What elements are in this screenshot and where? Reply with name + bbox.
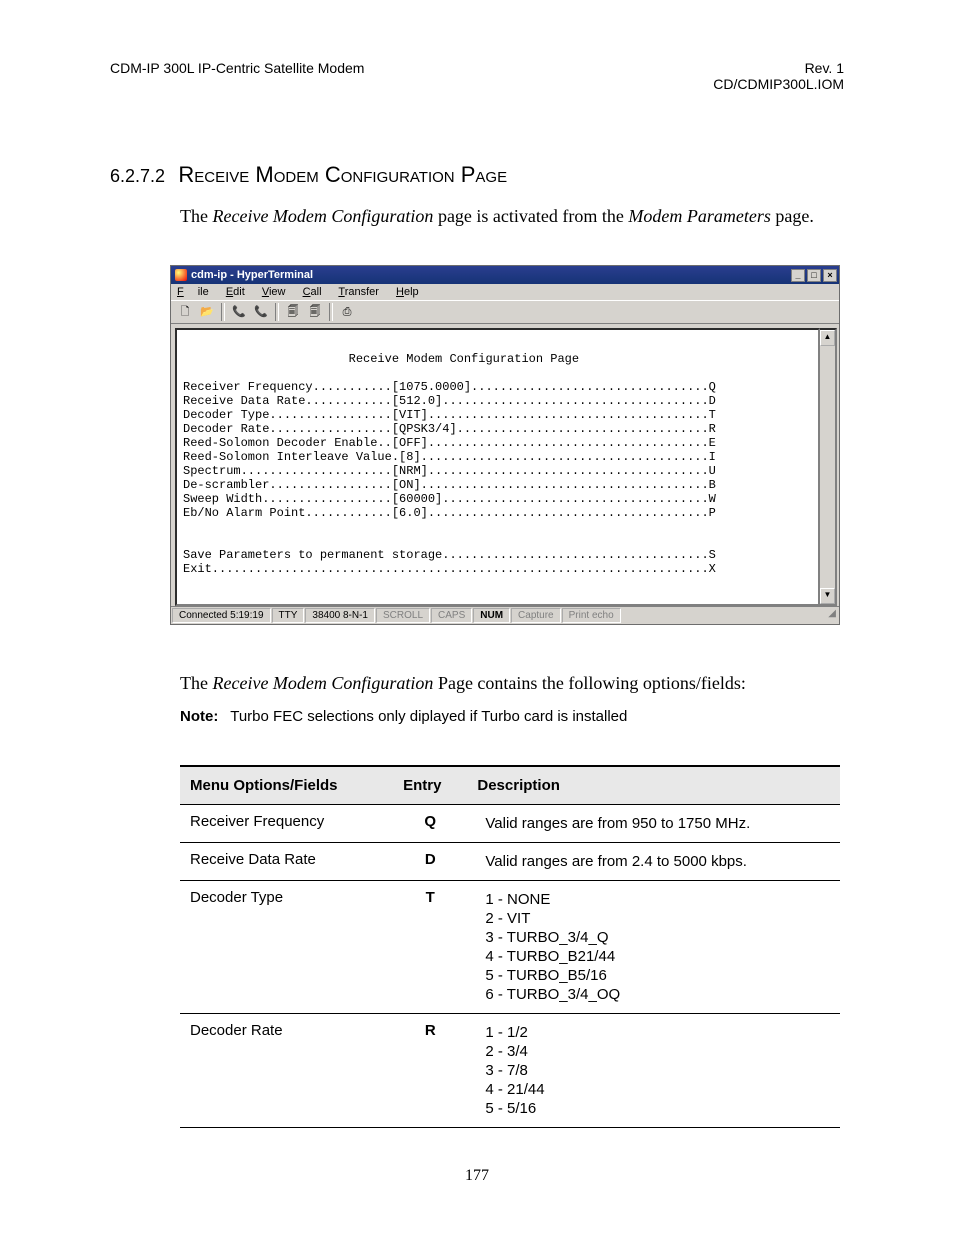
section-intro: The Receive Modem Configuration page is … (180, 206, 844, 227)
menu-view[interactable]: View (262, 286, 286, 298)
menu-help[interactable]: Help (396, 286, 419, 298)
menu-transfer[interactable]: Transfer (338, 286, 379, 298)
cell-description: 1 - 1/22 - 3/43 - 7/84 - 21/445 - 5/16 (467, 1014, 840, 1128)
window-title: cdm-ip - HyperTerminal (191, 269, 313, 281)
hyperterminal-window: cdm-ip - HyperTerminal _ □ × File Edit V… (170, 265, 840, 625)
cell-description: Valid ranges are from 2.4 to 5000 kbps. (467, 843, 840, 881)
maximize-button[interactable]: □ (807, 269, 821, 282)
status-capture: Capture (511, 608, 561, 623)
open-icon[interactable]: 📂 (197, 303, 217, 321)
col-entry: Entry (393, 766, 467, 805)
col-menu-options: Menu Options/Fields (180, 766, 393, 805)
page-number: 177 (0, 1167, 954, 1185)
toolbar: 🗋 📂 📞 📞 🗐 🗐 ⎙ (171, 300, 839, 324)
cell-entry: D (393, 843, 467, 881)
table-row: Decoder RateR1 - 1/22 - 3/43 - 7/84 - 21… (180, 1014, 840, 1128)
col-description: Description (467, 766, 840, 805)
receive-icon[interactable]: 🗐 (305, 303, 325, 321)
cell-description: 1 - NONE2 - VIT3 - TURBO_3/4_Q4 - TURBO_… (467, 881, 840, 1014)
toolbar-separator (275, 303, 279, 321)
toolbar-separator (221, 303, 225, 321)
table-row: Decoder TypeT1 - NONE2 - VIT3 - TURBO_3/… (180, 881, 840, 1014)
menu-file[interactable]: File (177, 286, 209, 298)
cell-option: Decoder Rate (180, 1014, 393, 1128)
doc-header-left: CDM-IP 300L IP-Centric Satellite Modem (110, 60, 364, 92)
doc-header-right: Rev. 1 CD/CDMIP300L.IOM (713, 60, 844, 92)
window-titlebar[interactable]: cdm-ip - HyperTerminal _ □ × (171, 266, 839, 284)
cell-option: Receiver Frequency (180, 805, 393, 843)
terminal-output: Receive Modem Configuration Page Receive… (175, 328, 820, 606)
body-paragraph: The Receive Modem Configuration Page con… (180, 673, 844, 694)
scroll-up-icon[interactable]: ▲ (820, 330, 835, 346)
hangup-icon[interactable]: 📞 (251, 303, 271, 321)
scroll-down-icon[interactable]: ▼ (820, 588, 835, 604)
status-tty: TTY (272, 608, 305, 623)
call-icon[interactable]: 📞 (229, 303, 249, 321)
send-icon[interactable]: 🗐 (283, 303, 303, 321)
cell-entry: T (393, 881, 467, 1014)
status-scroll: SCROLL (376, 608, 430, 623)
status-baud: 38400 8-N-1 (305, 608, 375, 623)
menu-bar: File Edit View Call Transfer Help (171, 284, 839, 300)
cell-entry: Q (393, 805, 467, 843)
status-connected: Connected 5:19:19 (172, 608, 271, 623)
cell-option: Receive Data Rate (180, 843, 393, 881)
cell-description: Valid ranges are from 950 to 1750 MHz. (467, 805, 840, 843)
options-table: Menu Options/Fields Entry Description Re… (180, 765, 840, 1128)
section-heading: 6.2.7.2 Receive Modem Configuration Page (110, 162, 844, 188)
close-button[interactable]: × (823, 269, 837, 282)
note: Note: Turbo FEC selections only diplayed… (180, 708, 844, 725)
status-bar: Connected 5:19:19 TTY 38400 8-N-1 SCROLL… (171, 606, 839, 624)
app-icon (175, 269, 187, 281)
menu-edit[interactable]: Edit (226, 286, 245, 298)
doc-header: CDM-IP 300L IP-Centric Satellite Modem R… (110, 60, 844, 92)
section-title: Receive Modem Configuration Page (178, 162, 507, 187)
note-text: Turbo FEC selections only diplayed if Tu… (230, 708, 627, 725)
status-echo: Print echo (562, 608, 621, 623)
status-caps: CAPS (431, 608, 472, 623)
cell-option: Decoder Type (180, 881, 393, 1014)
scrollbar-vertical[interactable]: ▲ ▼ (820, 328, 837, 606)
cell-entry: R (393, 1014, 467, 1128)
section-number: 6.2.7.2 (110, 166, 165, 186)
status-num: NUM (473, 608, 510, 623)
new-icon[interactable]: 🗋 (175, 303, 195, 321)
toolbar-separator (329, 303, 333, 321)
table-row: Receive Data RateDValid ranges are from … (180, 843, 840, 881)
note-label: Note: (180, 708, 218, 725)
resize-grip-icon[interactable]: ◢ (822, 608, 838, 623)
minimize-button[interactable]: _ (791, 269, 805, 282)
menu-call[interactable]: Call (303, 286, 322, 298)
table-row: Receiver FrequencyQValid ranges are from… (180, 805, 840, 843)
properties-icon[interactable]: ⎙ (337, 303, 357, 321)
